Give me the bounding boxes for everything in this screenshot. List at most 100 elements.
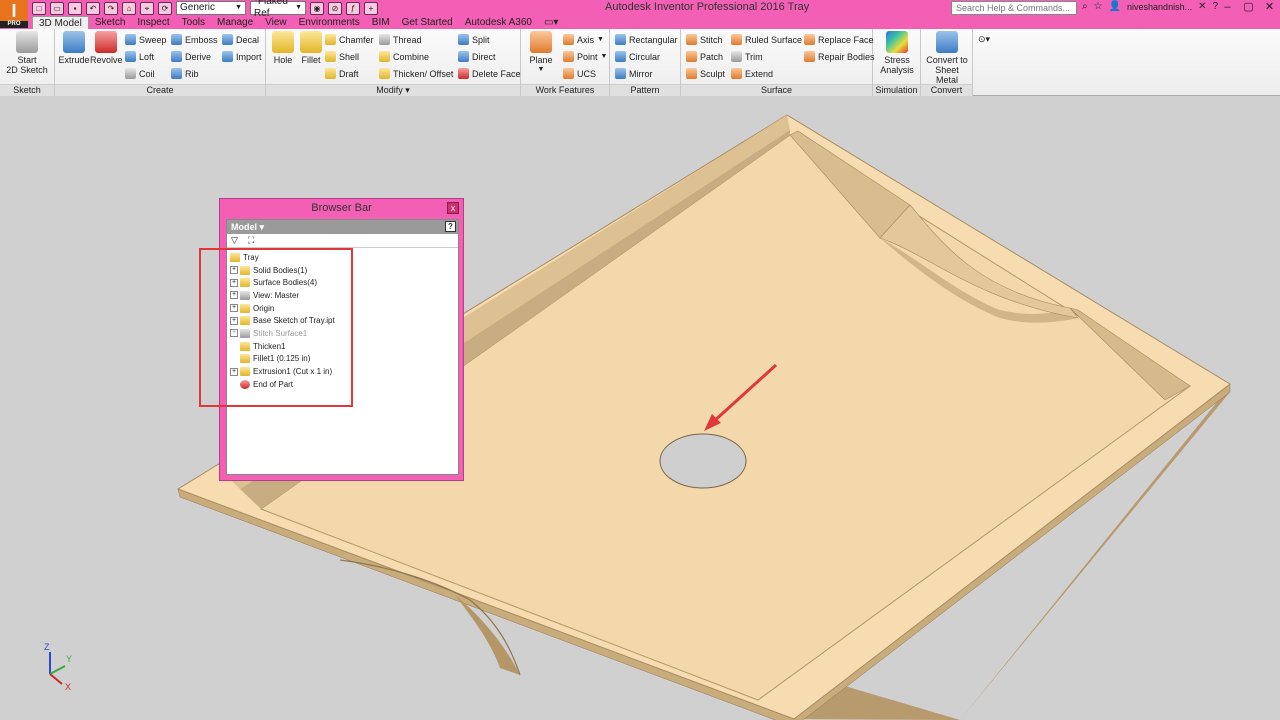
ribbon-tabs: 3D Model Sketch Inspect Tools Manage Vie… xyxy=(32,16,564,30)
hole-button[interactable]: Hole xyxy=(269,31,297,65)
tab-autodesk-a360[interactable]: Autodesk A360 xyxy=(459,16,538,30)
chamfer-label: Chamfer xyxy=(339,34,374,45)
replace-face-button[interactable]: Replace Face xyxy=(804,33,874,46)
start-2d-sketch-button[interactable]: Start 2D Sketch xyxy=(6,31,48,75)
close-icon[interactable]: ✕ xyxy=(1259,0,1280,16)
browser-bar-title[interactable]: Browser Bar x xyxy=(220,199,463,217)
axis-icon xyxy=(563,34,574,45)
material-combo-value: Generic xyxy=(180,2,216,13)
extend-button[interactable]: Extend xyxy=(731,67,773,80)
tray-model[interactable] xyxy=(0,97,1280,720)
view-axis-triad[interactable]: Z Y X xyxy=(40,640,80,692)
revolve-button[interactable]: Revolve xyxy=(90,31,123,65)
draft-button[interactable]: Draft xyxy=(325,67,359,80)
find-icon[interactable]: ⛶ xyxy=(248,235,254,246)
coil-button[interactable]: Coil xyxy=(125,67,155,80)
home-icon[interactable]: ⌂ xyxy=(122,1,136,15)
undo-icon[interactable]: ↶ xyxy=(86,1,100,15)
panel-label-modify[interactable]: Modify ▾ xyxy=(266,84,520,96)
tab-inspect[interactable]: Inspect xyxy=(131,16,175,30)
tab-environments[interactable]: Environments xyxy=(293,16,366,30)
combine-button[interactable]: Combine xyxy=(379,50,429,63)
update-icon[interactable]: ⟳ xyxy=(158,1,172,15)
new-file-icon[interactable]: □ xyxy=(32,1,46,15)
tab-options-icon[interactable]: ▭▾ xyxy=(538,16,564,30)
emboss-button[interactable]: Emboss xyxy=(171,33,218,46)
add-icon[interactable]: + xyxy=(364,1,378,15)
user-icon[interactable]: 👤 xyxy=(1109,1,1121,12)
tab-3d-model[interactable]: 3D Model xyxy=(32,16,89,30)
tab-tools[interactable]: Tools xyxy=(176,16,211,30)
decal-button[interactable]: Decal xyxy=(222,33,259,46)
panel-label-sketch: Sketch xyxy=(0,84,54,96)
convert-to-sheet-metal-button[interactable]: Convert to Sheet Metal xyxy=(923,31,971,85)
ruled-surface-button[interactable]: Ruled Surface xyxy=(731,33,802,46)
rectangular-button[interactable]: Rectangular xyxy=(615,33,678,46)
ucs-button[interactable]: UCS xyxy=(563,67,596,80)
open-file-icon[interactable]: ▭ xyxy=(50,1,64,15)
clear-override-icon[interactable]: ⊘ xyxy=(328,1,342,15)
plane-button[interactable]: Plane ▼ xyxy=(526,31,556,75)
stitch-button[interactable]: Stitch xyxy=(686,33,723,46)
user-name[interactable]: niveshandnish... xyxy=(1127,2,1192,12)
thread-button[interactable]: Thread xyxy=(379,33,422,46)
material-combo[interactable]: Generic ▼ xyxy=(176,1,246,15)
search-input[interactable]: Search Help & Commands... xyxy=(951,1,1077,15)
direct-button[interactable]: Direct xyxy=(458,50,496,63)
select-icon[interactable]: ⌖ xyxy=(140,1,154,15)
rib-button[interactable]: Rib xyxy=(171,67,199,80)
chamfer-button[interactable]: Chamfer xyxy=(325,33,374,46)
save-icon[interactable]: ▪ xyxy=(68,1,82,15)
search-icon[interactable]: ⌕ xyxy=(1082,1,1088,12)
circular-button[interactable]: Circular xyxy=(615,50,660,63)
chevron-down-icon: ▼ xyxy=(600,53,608,60)
minimize-icon[interactable]: – xyxy=(1217,0,1238,16)
point-button[interactable]: Point ▼ xyxy=(563,50,607,63)
derive-button[interactable]: Derive xyxy=(171,50,211,63)
appearance-combo[interactable]: *Flaked Ref ▼ xyxy=(250,0,306,19)
loft-button[interactable]: Loft xyxy=(125,50,154,63)
mirror-button[interactable]: Mirror xyxy=(615,67,653,80)
sculpt-icon xyxy=(686,68,697,79)
rib-icon xyxy=(171,68,182,79)
appearance-icon[interactable]: ◉ xyxy=(310,1,324,15)
chevron-down-icon: ▼ xyxy=(295,4,302,11)
repair-bodies-button[interactable]: Repair Bodies xyxy=(804,50,875,63)
ribbon-options-button[interactable]: ⊙▾ xyxy=(978,33,990,46)
star-icon[interactable]: ☆ xyxy=(1094,1,1103,12)
sweep-button[interactable]: Sweep xyxy=(125,33,167,46)
fillet-button[interactable]: Fillet xyxy=(297,31,325,65)
stress-analysis-button[interactable]: Stress Analysis xyxy=(877,31,917,75)
parameters-icon[interactable]: ƒ xyxy=(346,1,360,15)
thicken-offset-button[interactable]: Thicken/ Offset xyxy=(379,67,453,80)
browser-help-icon[interactable]: ? xyxy=(445,221,456,232)
trim-button[interactable]: Trim xyxy=(731,50,763,63)
filter-icon[interactable]: ▽ xyxy=(231,235,238,246)
tab-view[interactable]: View xyxy=(259,16,293,30)
mirror-icon xyxy=(615,68,626,79)
combine-icon xyxy=(379,51,390,62)
close-icon[interactable]: x xyxy=(447,202,459,214)
tab-get-started[interactable]: Get Started xyxy=(396,16,459,30)
app-logo[interactable]: I PRO xyxy=(0,0,28,28)
redo-icon[interactable]: ↷ xyxy=(104,1,118,15)
patch-button[interactable]: Patch xyxy=(686,50,723,63)
split-button[interactable]: Split xyxy=(458,33,490,46)
decal-label: Decal xyxy=(236,34,260,45)
replace-face-label: Replace Face xyxy=(818,34,874,45)
tab-manage[interactable]: Manage xyxy=(211,16,259,30)
tab-bim[interactable]: BIM xyxy=(366,16,396,30)
sculpt-button[interactable]: Sculpt xyxy=(686,67,725,80)
import-button[interactable]: Import xyxy=(222,50,262,63)
shell-button[interactable]: Shell xyxy=(325,50,359,63)
exchange-icon[interactable]: ✕ xyxy=(1198,1,1206,12)
model-dropdown[interactable]: Model ▾ ? xyxy=(227,220,458,234)
tab-sketch[interactable]: Sketch xyxy=(89,16,132,30)
hole-label: Hole xyxy=(273,55,293,65)
fillet-icon xyxy=(300,31,322,53)
delete-face-button[interactable]: Delete Face xyxy=(458,67,521,80)
extrude-button[interactable]: Extrude xyxy=(58,31,90,65)
restore-icon[interactable]: ▢ xyxy=(1238,0,1259,16)
axis-button[interactable]: Axis ▼ xyxy=(563,33,604,46)
graphics-viewport[interactable] xyxy=(0,97,1280,720)
